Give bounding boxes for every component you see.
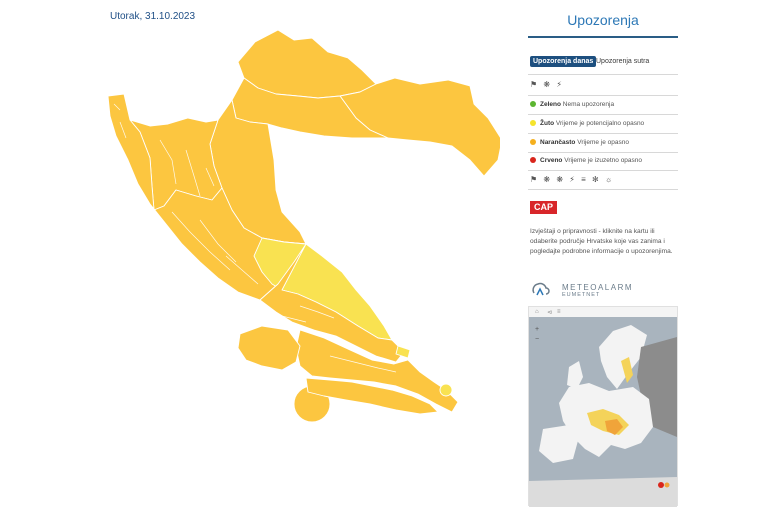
menu-icon[interactable]: ≡ bbox=[557, 309, 561, 315]
warnings-panel: Upozorenja Upozorenja danas Upozorenja s… bbox=[528, 0, 678, 507]
divider bbox=[528, 74, 678, 75]
panel-divider bbox=[528, 36, 678, 38]
divider bbox=[528, 95, 678, 96]
divider bbox=[528, 189, 678, 190]
cap-logo[interactable]: CAP bbox=[530, 201, 558, 214]
region-islands[interactable] bbox=[237, 325, 301, 371]
orange-dot-icon bbox=[530, 139, 536, 145]
green-dot-icon bbox=[530, 101, 536, 107]
meteoalarm-embed[interactable]: ⌂ ⊲ ≡ + − bbox=[528, 306, 678, 507]
panel-title: Upozorenja bbox=[567, 12, 639, 28]
legend-green: Zeleno Nema upozorenja bbox=[530, 100, 614, 109]
yellow-dot-icon bbox=[530, 120, 536, 126]
europe-map[interactable]: + − bbox=[529, 317, 677, 507]
legend-yellow: Žuto Vrijeme je potencijalno opasno bbox=[530, 119, 644, 128]
warnings-orange-dot[interactable] bbox=[664, 482, 670, 488]
croatia-warning-map[interactable] bbox=[100, 22, 500, 432]
hazard-icons-bottom[interactable]: ⚑ ❋ ❋ ⚡ ≡ ✻ ☼ bbox=[530, 175, 614, 184]
hazard-icons-top[interactable]: ⚑ ❋ ⚡ bbox=[530, 80, 564, 89]
red-dot-icon bbox=[530, 157, 536, 163]
divider bbox=[528, 114, 678, 115]
divider bbox=[528, 133, 678, 134]
zoom-out-icon[interactable]: − bbox=[535, 336, 539, 343]
north-africa[interactable] bbox=[529, 477, 677, 507]
zoom-in-icon[interactable]: + bbox=[535, 326, 539, 333]
share-icon[interactable]: ⊲ bbox=[547, 309, 552, 316]
legend-red: Crveno Vrijeme je izuzetno opasno bbox=[530, 156, 642, 165]
tab-today[interactable]: Upozorenja danas bbox=[530, 56, 597, 67]
divider bbox=[528, 170, 678, 171]
divider bbox=[528, 152, 678, 153]
meteoalarm-subtitle: EUMETNET bbox=[562, 292, 601, 298]
tab-tomorrow[interactable]: Upozorenja sutra bbox=[596, 56, 649, 67]
warnings-red[interactable] bbox=[658, 482, 664, 488]
home-icon[interactable]: ⌂ bbox=[535, 309, 539, 315]
meteoalarm-logo-icon[interactable] bbox=[530, 279, 550, 299]
info-text: Izvještaji o pripravnosti - kliknite na … bbox=[530, 228, 673, 255]
date-label: Utorak, 31.10.2023 bbox=[110, 11, 196, 22]
meteoalarm-title: METEOALARM bbox=[562, 283, 634, 292]
island-yellow-south[interactable] bbox=[439, 383, 453, 397]
legend-orange: Narančasto Vrijeme je opasno bbox=[530, 138, 629, 147]
